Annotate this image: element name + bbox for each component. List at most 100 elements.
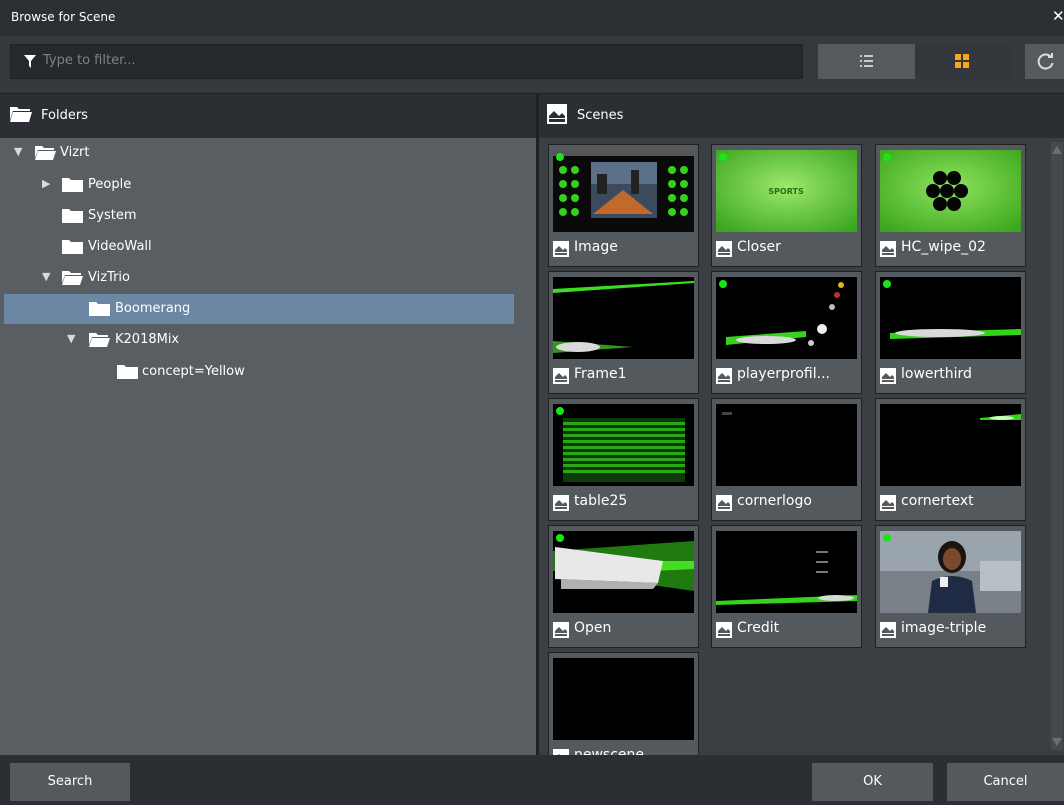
title-bar: Browse for Scene ✕: [0, 0, 1064, 36]
scene-thumbnail: [880, 404, 1021, 486]
window-title: Browse for Scene: [11, 10, 116, 24]
scene-card-image[interactable]: Image: [548, 144, 699, 267]
scene-name: HC_wipe_02: [901, 239, 986, 255]
scene-name: table25: [574, 493, 628, 509]
tree-item-label: VizTrio: [88, 270, 130, 285]
folders-header: Folders: [0, 93, 536, 138]
browse-for-scene-dialog: Browse for Scene ✕ Type to filter... Fol…: [0, 0, 1064, 805]
scene-thumbnail: [553, 277, 694, 359]
scroll-up-icon[interactable]: [1052, 146, 1062, 154]
scene-thumbnail-art: [553, 531, 694, 613]
scene-thumbnail-art: [716, 531, 857, 613]
scene-thumbnail-art: [880, 277, 1021, 359]
scene-thumbnail-art: [553, 277, 694, 359]
filter-input[interactable]: Type to filter...: [10, 44, 803, 79]
scene-thumbnail: [553, 658, 694, 740]
grid-view-icon: [955, 54, 969, 68]
collapsed-arrow-icon[interactable]: ▶: [42, 177, 50, 190]
folder-open-icon: [35, 146, 56, 160]
scene-card-newscene[interactable]: newscene: [548, 652, 699, 755]
status-dot: [556, 153, 564, 161]
scenes-header: Scenes: [539, 93, 1064, 138]
scene-thumbnail-art: [553, 404, 694, 486]
grid-view-button[interactable]: [915, 44, 1012, 79]
folders-title: Folders: [41, 108, 88, 123]
folder-open-icon: [10, 107, 32, 122]
scene-thumbnail-art: [880, 531, 1021, 613]
tree-item-viztrio[interactable]: ▼ VizTrio: [0, 263, 536, 293]
scene-thumbnail: [553, 404, 694, 486]
list-view-button[interactable]: [818, 44, 915, 79]
scene-icon: [553, 622, 569, 638]
scene-card-frame1[interactable]: Frame1: [548, 271, 699, 394]
scene-icon: [553, 368, 569, 384]
scene-card-closer[interactable]: SPORTS Closer: [711, 144, 862, 267]
scene-thumbnail-art: [553, 658, 694, 740]
scene-name: lowerthird: [901, 366, 972, 382]
scene-card-credit[interactable]: Credit: [711, 525, 862, 648]
scene-icon: [553, 495, 569, 511]
scene-thumbnail: [880, 150, 1021, 232]
list-view-icon: [860, 55, 873, 67]
scene-thumbnail-art: [716, 404, 857, 486]
status-dot: [883, 280, 891, 288]
scene-icon: [716, 368, 732, 384]
scene-icon: [880, 241, 896, 257]
tree-item-k2018mix[interactable]: ▼ K2018Mix: [0, 325, 536, 355]
scene-icon: [880, 495, 896, 511]
scenes-title: Scenes: [577, 108, 624, 123]
tree-item-label: Vizrt: [60, 145, 90, 160]
scene-card-lowerthird[interactable]: lowerthird: [875, 271, 1026, 394]
scene-card-table25[interactable]: table25: [548, 398, 699, 521]
tree-item-label: People: [88, 177, 132, 192]
scene-card-hc-wipe-02[interactable]: HC_wipe_02: [875, 144, 1026, 267]
scene-card-open[interactable]: Open: [548, 525, 699, 648]
tree-item-videowall[interactable]: VideoWall: [0, 232, 536, 262]
tree-item-boomerang[interactable]: Boomerang: [0, 294, 536, 324]
status-dot: [883, 534, 891, 542]
refresh-button[interactable]: [1025, 44, 1064, 79]
scene-thumbnail: [553, 531, 694, 613]
tree-item-people[interactable]: ▶ People: [0, 170, 536, 200]
cancel-button[interactable]: Cancel: [947, 763, 1064, 801]
tree-item-system[interactable]: System: [0, 201, 536, 231]
search-button[interactable]: Search: [10, 763, 130, 801]
scenes-scrollbar[interactable]: [1051, 142, 1063, 750]
svg-text:SPORTS: SPORTS: [768, 187, 804, 196]
expand-arrow-icon[interactable]: ▼: [14, 145, 22, 158]
scene-card-cornerlogo[interactable]: cornerlogo: [711, 398, 862, 521]
toolbar: Type to filter...: [0, 36, 1064, 93]
folder-icon: [117, 365, 138, 379]
scene-card-playerprofile[interactable]: playerprofil...: [711, 271, 862, 394]
tree-item-label: K2018Mix: [115, 332, 180, 347]
folder-icon: [89, 302, 110, 316]
scene-thumbnail: [716, 404, 857, 486]
scene-thumbnail-art: [880, 150, 1021, 232]
expand-arrow-icon[interactable]: ▼: [42, 270, 50, 283]
tree-item-concept-yellow[interactable]: concept=Yellow: [0, 357, 536, 387]
status-dot: [719, 280, 727, 288]
refresh-icon: [1037, 53, 1054, 70]
scene-name: newscene: [574, 747, 645, 755]
scene-name: cornertext: [901, 493, 974, 509]
ok-button[interactable]: OK: [812, 763, 933, 801]
scene-icon: [716, 495, 732, 511]
folder-icon: [62, 240, 83, 254]
scene-icon: [553, 241, 569, 257]
status-dot: [883, 153, 891, 161]
scroll-down-icon[interactable]: [1052, 738, 1062, 746]
scene-thumbnail: [716, 277, 857, 359]
tree-item-vizrt[interactable]: ▼ Vizrt: [0, 138, 536, 168]
scene-icon: [880, 368, 896, 384]
close-icon[interactable]: ✕: [1052, 7, 1064, 25]
folders-tree: ▼ Vizrt ▶ People System VideoWall ▼ VizT…: [0, 138, 536, 755]
folder-icon: [62, 209, 83, 223]
scene-thumbnail-art: SPORTS: [716, 150, 857, 232]
scene-card-cornertext[interactable]: cornertext: [875, 398, 1026, 521]
scene-icon: [880, 622, 896, 638]
tree-item-label: VideoWall: [88, 239, 152, 254]
scene-card-image-triple[interactable]: image-triple: [875, 525, 1026, 648]
expand-arrow-icon[interactable]: ▼: [67, 332, 75, 345]
filter-placeholder: Type to filter...: [43, 53, 136, 68]
scene-name: cornerlogo: [737, 493, 812, 509]
